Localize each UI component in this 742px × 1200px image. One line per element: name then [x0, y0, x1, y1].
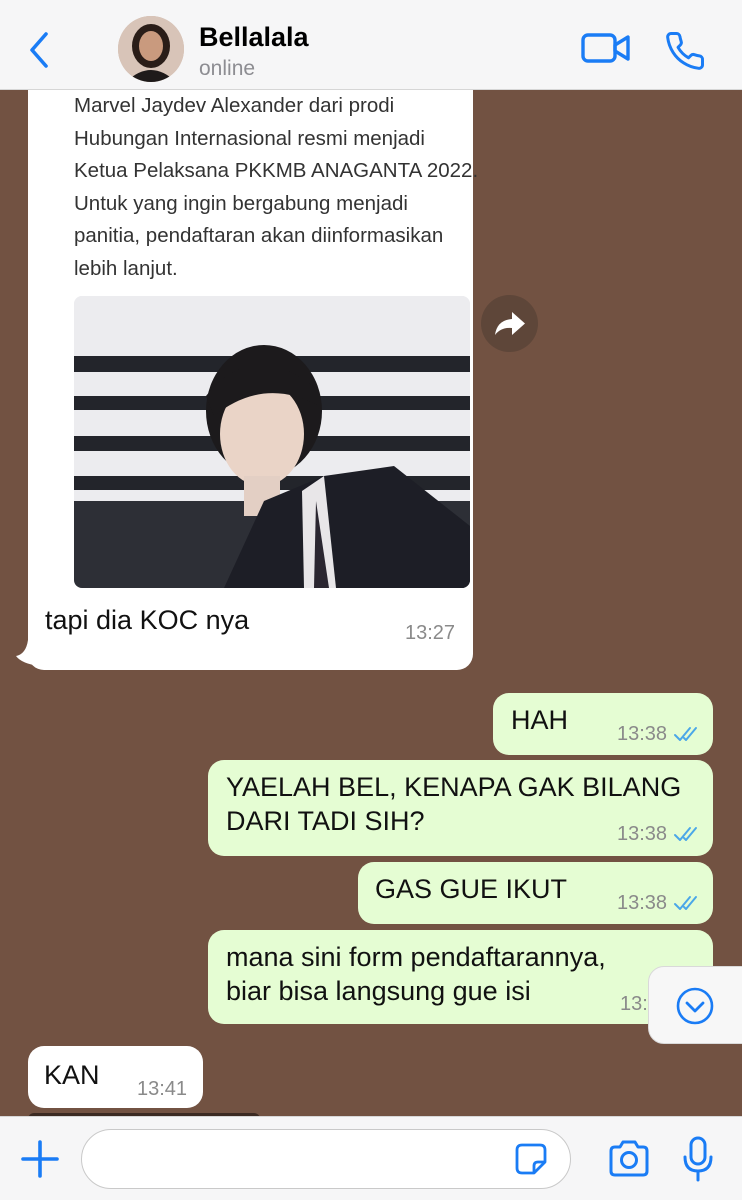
incoming-message-forwarded[interactable]: Marvel Jaydev Alexander dari prodi Hubun…	[28, 90, 478, 670]
attach-button[interactable]	[20, 1139, 60, 1179]
forwarded-text-line: lebih lanjut.	[74, 256, 178, 280]
forwarded-text-line: panitia, pendaftaran akan diinformasikan	[74, 224, 444, 247]
outgoing-message[interactable]: YAELAH BEL, KENAPA GAK BILANG DARI TADI …	[208, 760, 713, 856]
forwarded-text-line: Hubungan Internasional resmi menjadi	[74, 126, 425, 150]
chat-header: Bellalala online	[0, 0, 742, 90]
camera-button[interactable]	[607, 1137, 651, 1181]
message-input[interactable]	[102, 1138, 506, 1180]
message-photo[interactable]	[74, 296, 470, 588]
back-button[interactable]	[24, 30, 54, 70]
message-text-line: YAELAH BEL, KENAPA GAK BILANG	[226, 772, 682, 802]
forwarded-text-line: Untuk yang ingin bergabung menjadi	[74, 191, 408, 215]
sticker-button[interactable]	[514, 1142, 548, 1176]
read-ticks-icon	[674, 827, 697, 841]
outgoing-message[interactable]: GAS GUE IKUT 13:38	[358, 862, 713, 924]
avatar[interactable]	[118, 16, 184, 82]
message-text-line: mana sini form pendaftarannya,	[226, 942, 606, 972]
forward-arrow-icon	[495, 312, 525, 335]
microphone-button[interactable]	[682, 1135, 714, 1183]
message-time: 13:27	[405, 622, 456, 644]
sticker-icon	[515, 1143, 547, 1175]
phone-icon	[666, 32, 704, 70]
read-ticks-icon	[674, 896, 697, 910]
video-camera-icon	[581, 33, 630, 63]
outgoing-message[interactable]: HAH 13:38	[493, 693, 713, 755]
message-text: KAN	[44, 1060, 100, 1090]
forwarded-text: Marvel Jaydev Alexander dari prodi Hubun…	[74, 90, 484, 285]
chat-area[interactable]: Marvel Jaydev Alexander dari prodi Hubun…	[0, 90, 742, 1116]
bubble-tail	[16, 640, 40, 666]
message-text: HAH	[511, 705, 569, 735]
video-call-button[interactable]	[580, 30, 632, 71]
incoming-message[interactable]: KAN 13:41	[28, 1046, 203, 1108]
outgoing-message[interactable]: mana sini form pendaftarannya, biar bisa…	[208, 930, 713, 1024]
plus-icon	[21, 1140, 59, 1178]
forwarded-text-line: Marvel Jaydev Alexander dari prodi	[74, 94, 395, 117]
message-time: 13:38	[617, 823, 668, 845]
message-caption: tapi dia KOC nya	[45, 605, 250, 635]
message-time: 13:41	[137, 1078, 188, 1100]
message-time: 13:38	[617, 892, 668, 914]
forwarded-text-line: Ketua Pelaksana PKKMB ANAGANTA 2022.	[74, 159, 479, 182]
read-ticks-icon	[674, 727, 697, 741]
message-text: GAS GUE IKUT	[375, 874, 568, 904]
message-time: 13:38	[617, 723, 668, 745]
message-time: 13:	[620, 993, 648, 1015]
voice-call-button[interactable]	[664, 30, 706, 77]
composer-bar	[0, 1116, 742, 1200]
message-text-line: biar bisa langsung gue isi	[226, 976, 531, 1006]
chevron-left-icon	[30, 32, 48, 68]
camera-icon	[609, 1140, 649, 1177]
chevron-down-circle-icon	[676, 987, 714, 1025]
message-input-box[interactable]	[81, 1129, 571, 1189]
contact-name[interactable]: Bellalala	[199, 22, 309, 53]
scroll-to-bottom-button[interactable]	[648, 966, 742, 1044]
microphone-icon	[683, 1136, 713, 1182]
contact-status: online	[199, 57, 256, 80]
message-text-line: DARI TADI SIH?	[226, 806, 425, 836]
forward-button[interactable]	[481, 295, 538, 352]
